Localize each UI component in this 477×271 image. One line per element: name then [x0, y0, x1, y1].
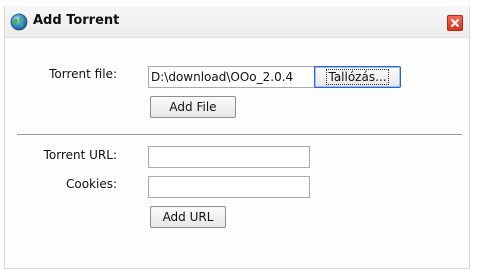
add-file-button[interactable]: Add File	[150, 96, 236, 118]
cookies-label: Cookies:	[65, 177, 117, 191]
close-button[interactable]	[447, 15, 463, 31]
browse-button[interactable]: Tallózás...	[314, 66, 401, 88]
section-divider	[17, 134, 462, 136]
torrent-url-label: Torrent URL:	[43, 148, 117, 162]
dialog-title: Add Torrent	[33, 13, 120, 28]
torrent-url-input[interactable]	[148, 146, 310, 168]
add-file-button-label: Add File	[169, 100, 217, 114]
browse-button-label: Tallózás...	[326, 69, 389, 85]
add-url-button-label: Add URL	[162, 210, 214, 224]
globe-icon	[10, 13, 28, 31]
add-url-button[interactable]: Add URL	[150, 206, 226, 228]
add-torrent-dialog: Add Torrent Torrent file: D:\download\OO…	[4, 6, 470, 269]
close-icon	[451, 19, 459, 27]
torrent-file-input[interactable]: D:\download\OOo_2.0.4	[148, 66, 316, 88]
cookies-input[interactable]	[148, 176, 310, 198]
torrent-file-label: Torrent file:	[49, 67, 117, 81]
dialog-titlebar[interactable]: Add Torrent	[5, 6, 469, 38]
